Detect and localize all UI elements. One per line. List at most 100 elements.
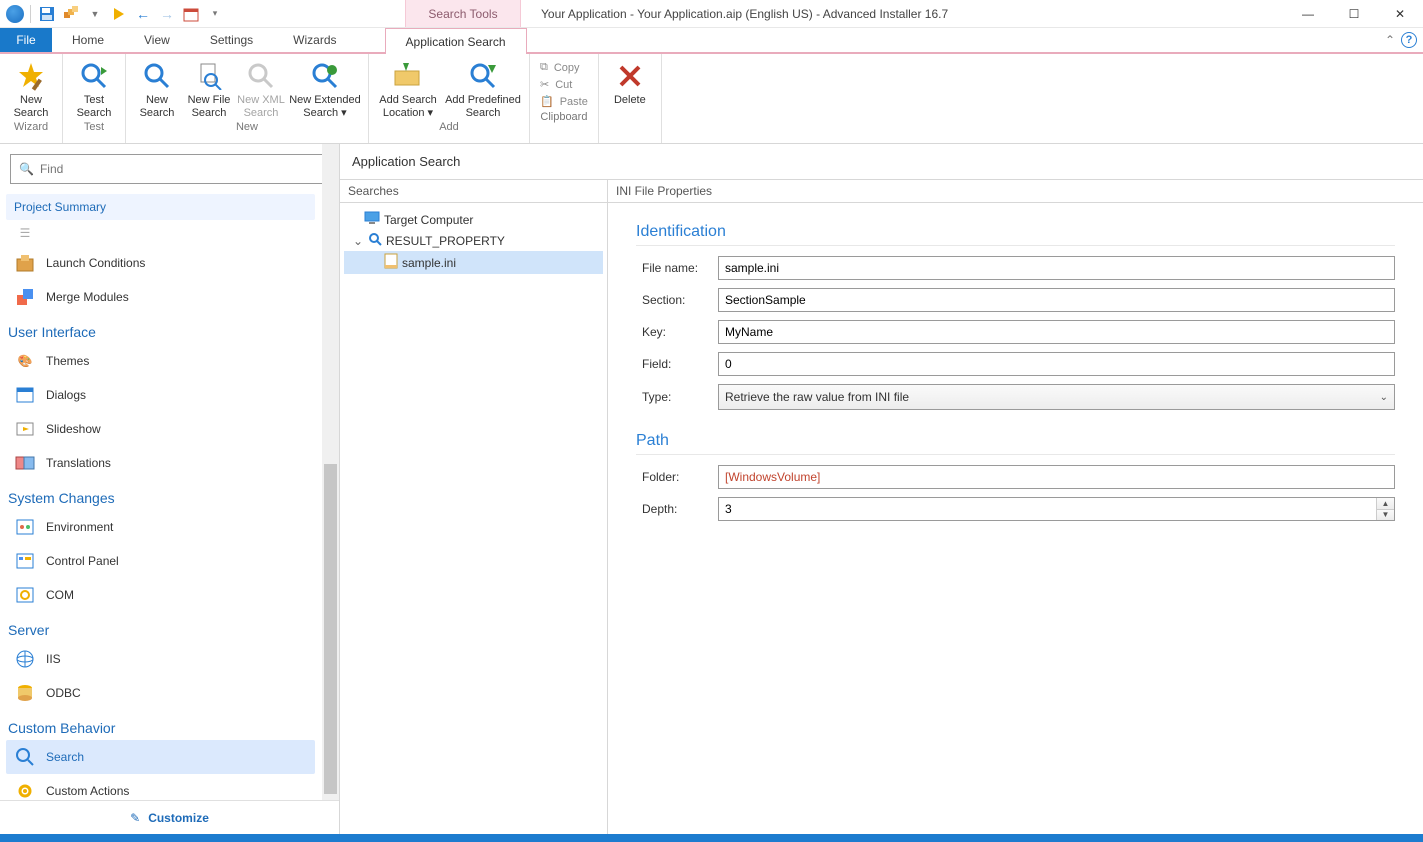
file-search-icon	[193, 60, 225, 92]
searches-header: Searches	[340, 180, 607, 203]
folder-input[interactable]	[718, 465, 1395, 489]
key-label: Key:	[636, 325, 718, 339]
extended-search-icon	[309, 60, 341, 92]
nav-launch-conditions[interactable]: Launch Conditions	[6, 246, 315, 280]
nav-control-panel[interactable]: Control Panel	[6, 544, 315, 578]
new-search-wizard-button[interactable]: NewSearch	[6, 56, 56, 119]
tab-view[interactable]: View	[124, 28, 190, 52]
list-icon: ☰	[14, 222, 36, 244]
nav-themes[interactable]: 🎨Themes	[6, 344, 315, 378]
find-input[interactable]	[40, 162, 320, 176]
path-heading: Path	[636, 432, 1395, 450]
control-panel-icon	[14, 550, 36, 572]
context-tab-header: Search Tools	[405, 0, 521, 27]
tree-result-property[interactable]: ⌄ RESULT_PROPERTY	[344, 230, 603, 251]
cut-icon: ✂	[540, 78, 549, 91]
delete-button[interactable]: Delete	[605, 56, 655, 119]
edit-icon: ✎	[130, 811, 140, 825]
tab-wizards[interactable]: Wizards	[273, 28, 356, 52]
nav-translations[interactable]: Translations	[6, 446, 315, 480]
chevron-down-icon[interactable]: ⌄	[352, 234, 364, 248]
spin-up-icon[interactable]: ▲	[1377, 498, 1394, 510]
nav-search[interactable]: Search	[6, 740, 315, 774]
nav-environment[interactable]: Environment	[6, 510, 315, 544]
type-dropdown[interactable]: Retrieve the raw value from INI file ⌄	[718, 384, 1395, 410]
ribbon-group-add: Add SearchLocation ▾ Add PredefinedSearc…	[369, 54, 530, 143]
maximize-button[interactable]: ☐	[1331, 0, 1377, 27]
file-tab[interactable]: File	[0, 28, 52, 52]
spin-down-icon[interactable]: ▼	[1377, 510, 1394, 521]
new-file-search-button[interactable]: New FileSearch	[184, 56, 234, 119]
scrollbar-track[interactable]	[322, 144, 339, 800]
search-test-icon	[78, 60, 110, 92]
test-search-button[interactable]: TestSearch	[69, 56, 119, 119]
qa-overflow-icon[interactable]: ▾	[205, 4, 225, 24]
new-xml-search-button: New XMLSearch	[236, 56, 286, 119]
build-icon[interactable]	[61, 4, 81, 24]
nav-com[interactable]: COM	[6, 578, 315, 612]
body: 🔍 Project Summary ☰ Launch Conditions Me…	[0, 144, 1423, 834]
customize-button[interactable]: ✎ Customize	[0, 800, 339, 834]
tree-target-computer[interactable]: Target Computer	[344, 209, 603, 230]
search-icon	[141, 60, 173, 92]
calendar-icon[interactable]	[181, 4, 201, 24]
scrollbar-thumb[interactable]	[324, 464, 337, 794]
cut-button: ✂Cut	[536, 77, 592, 92]
translate-icon	[14, 452, 36, 474]
forward-icon[interactable]: →	[157, 4, 177, 24]
key-input[interactable]	[718, 320, 1395, 344]
nav-dialogs[interactable]: Dialogs	[6, 378, 315, 412]
properties-pane: Identification File name: Section: Key:	[608, 203, 1423, 834]
add-search-location-button[interactable]: Add SearchLocation ▾	[375, 56, 441, 119]
ribbon-group-clipboard: ⧉Copy ✂Cut 📋Paste Clipboard	[530, 54, 599, 143]
file-name-input[interactable]	[718, 256, 1395, 280]
nav-merge-modules[interactable]: Merge Modules	[6, 280, 315, 314]
nav-odbc[interactable]: ODBC	[6, 676, 315, 710]
xml-search-icon	[245, 60, 277, 92]
nav-slideshow[interactable]: Slideshow	[6, 412, 315, 446]
ribbon-group-label: Test	[69, 119, 119, 137]
new-search-button[interactable]: NewSearch	[132, 56, 182, 119]
folder-add-icon	[392, 60, 424, 92]
depth-input[interactable]	[719, 498, 1376, 520]
collapse-ribbon-icon[interactable]: ⌃	[1385, 33, 1395, 47]
tree-sample-ini[interactable]: sample.ini	[344, 251, 603, 274]
ribbon-group-label: Clipboard	[536, 109, 592, 127]
depth-spinner[interactable]: ▲ ▼	[718, 497, 1395, 521]
slideshow-icon	[14, 418, 36, 440]
save-icon[interactable]	[37, 4, 57, 24]
ribbon-group-label: Wizard	[6, 119, 56, 137]
type-label: Type:	[636, 390, 718, 404]
ribbon-group-label: New	[132, 119, 362, 137]
file-name-label: File name:	[636, 261, 718, 275]
ribbon-group-wizard: NewSearch Wizard	[0, 54, 63, 143]
add-predefined-search-button[interactable]: Add PredefinedSearch	[443, 56, 523, 119]
copy-icon: ⧉	[540, 61, 548, 74]
minimize-button[interactable]: —	[1285, 0, 1331, 27]
find-box[interactable]: 🔍	[10, 154, 329, 184]
nav-section-ui: User Interface	[8, 324, 315, 340]
search-icon	[368, 232, 382, 249]
field-label: Field:	[636, 357, 718, 371]
nav-iis[interactable]: IIS	[6, 642, 315, 676]
back-icon[interactable]: ←	[133, 4, 153, 24]
box-icon	[14, 252, 36, 274]
tab-home[interactable]: Home	[52, 28, 124, 52]
left-navigation: 🔍 Project Summary ☰ Launch Conditions Me…	[0, 144, 340, 834]
gear-icon	[14, 780, 36, 800]
nav-custom-actions[interactable]: Custom Actions	[6, 774, 315, 800]
new-extended-search-button[interactable]: New ExtendedSearch ▾	[288, 56, 362, 119]
close-button[interactable]: ✕	[1377, 0, 1423, 27]
window-controls: — ☐ ✕	[1285, 0, 1423, 27]
separator	[30, 5, 31, 23]
predefined-search-icon	[467, 60, 499, 92]
tab-application-search[interactable]: Application Search	[385, 28, 527, 54]
section-input[interactable]	[718, 288, 1395, 312]
tab-settings[interactable]: Settings	[190, 28, 273, 52]
ribbon-tabs: File Home View Settings Wizards Applicat…	[0, 28, 1423, 54]
help-icon[interactable]: ?	[1401, 32, 1417, 48]
nav-project-summary[interactable]: Project Summary	[6, 194, 315, 220]
run-icon[interactable]	[109, 4, 129, 24]
qa-dropdown-icon[interactable]: ▼	[85, 4, 105, 24]
field-input[interactable]	[718, 352, 1395, 376]
